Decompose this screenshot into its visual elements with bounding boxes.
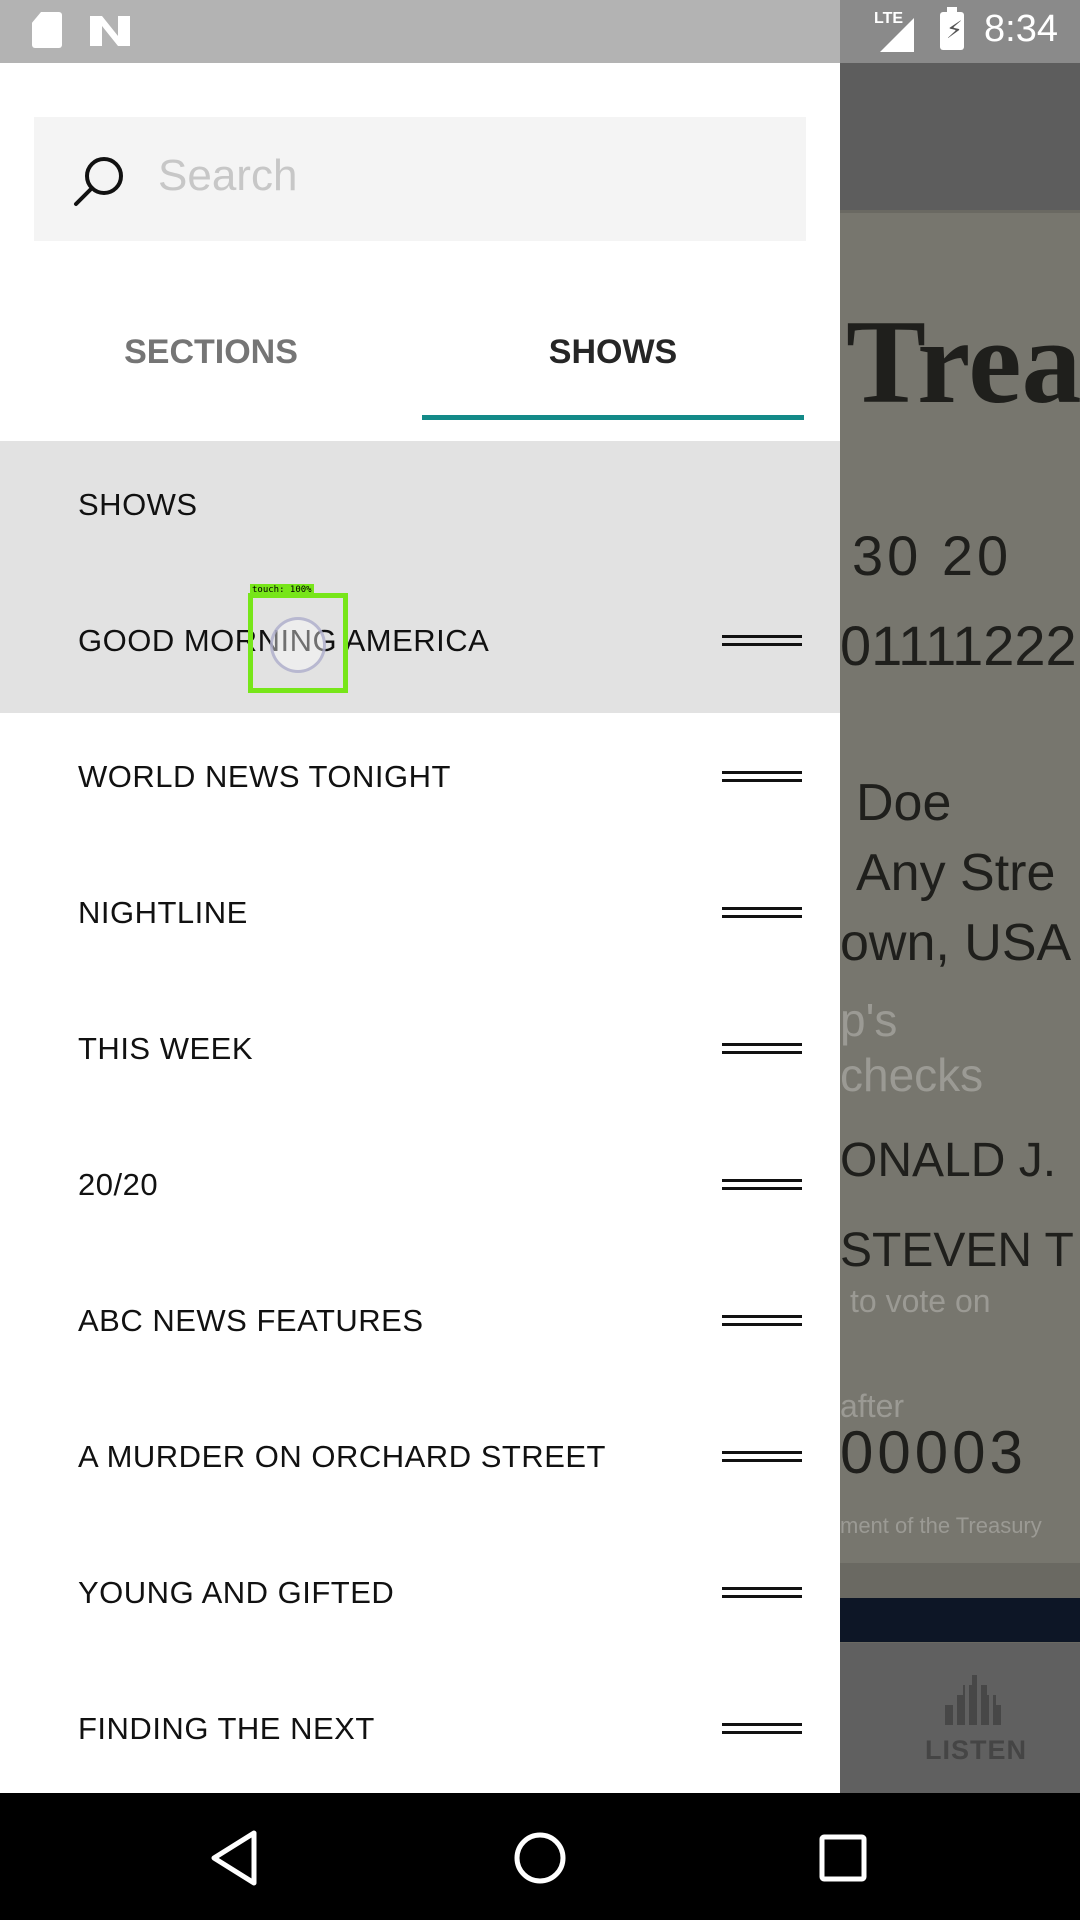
list-item-label: ABC NEWS FEATURES — [78, 1303, 424, 1338]
list-item[interactable]: A MURDER ON ORCHARD STREET — [0, 1393, 840, 1529]
list-item-label: THIS WEEK — [78, 1031, 254, 1066]
tab-shows[interactable]: SHOWS — [422, 333, 804, 372]
list-item-label: YOUNG AND GIFTED — [78, 1575, 395, 1610]
search-input[interactable]: Search — [34, 117, 806, 241]
touch-highlight-box — [248, 593, 348, 693]
bg-fragment-steven: STEVEN T — [840, 1224, 1074, 1277]
list-item[interactable]: NIGHTLINE — [0, 849, 840, 985]
list-item-label: NIGHTLINE — [78, 895, 248, 930]
recents-icon[interactable] — [808, 1823, 878, 1893]
touch-label: touch: 100% — [250, 584, 314, 596]
charging-bolt-icon: ⚡ — [946, 17, 963, 44]
drag-handle-icon[interactable] — [722, 1315, 802, 1335]
list-item-label: FINDING THE NEXT — [78, 1711, 375, 1746]
search-placeholder: Search — [158, 151, 298, 200]
system-nav-bar — [0, 1793, 1080, 1920]
navigation-drawer: Search SECTIONS SHOWS SHOWS GOOD MORNING… — [0, 63, 840, 1793]
clock: 8:34 — [984, 8, 1058, 50]
list-item[interactable]: THIS WEEK — [0, 985, 840, 1121]
list-item-label: 20/20 — [78, 1167, 159, 1202]
search-icon — [74, 157, 123, 206]
list-item[interactable]: GOOD MORNING AMERICA — [0, 577, 840, 713]
status-bar: LTE ⚡ 8:34 — [0, 0, 1080, 63]
list-item[interactable]: WORLD NEWS TONIGHT — [0, 713, 840, 849]
listen-tab-label: LISTEN — [925, 1735, 1028, 1765]
background-banner — [840, 1598, 1080, 1642]
list-header: SHOWS — [0, 441, 840, 577]
drag-handle-icon[interactable] — [722, 1587, 802, 1607]
bg-fragment-street: Any Stre — [856, 844, 1056, 902]
bg-fragment-donald: ONALD J. — [840, 1134, 1057, 1187]
drag-handle-icon[interactable] — [722, 1043, 802, 1063]
shows-list: SHOWS GOOD MORNING AMERICA WORLD NEWS TO… — [0, 441, 840, 1793]
drag-handle-icon[interactable] — [722, 1451, 802, 1471]
list-item[interactable]: 20/20 — [0, 1121, 840, 1257]
back-icon[interactable] — [200, 1823, 270, 1893]
bg-fragment-town: own, USA — [840, 914, 1072, 972]
list-header-label: SHOWS — [78, 487, 198, 522]
drag-handle-icon[interactable] — [722, 1723, 802, 1743]
drag-handle-icon[interactable] — [722, 635, 802, 655]
background-article-image: Treas 30 20 01111222 Doe Any Stre own, U… — [840, 213, 1080, 1563]
background-toolbar — [840, 63, 1080, 210]
home-icon[interactable] — [505, 1823, 575, 1893]
signal-icon — [880, 18, 914, 52]
list-item[interactable]: ABC NEWS FEATURES — [0, 1257, 840, 1393]
bg-fragment-doe: Doe — [856, 774, 952, 832]
list-item[interactable]: FINDING THE NEXT — [0, 1665, 840, 1793]
bg-fragment-headline-1: p's — [840, 994, 898, 1046]
drag-handle-icon[interactable] — [722, 771, 802, 791]
drag-handle-icon[interactable] — [722, 907, 802, 927]
bg-fragment-vote: to vote on — [850, 1283, 991, 1319]
bg-fragment-treasury: ment of the Treasury — [840, 1513, 1042, 1538]
list-item[interactable]: YOUNG AND GIFTED — [0, 1529, 840, 1665]
bg-fragment-date: 30 20 — [852, 524, 1013, 587]
n-notification-icon — [90, 16, 130, 46]
bg-fragment-account: 01111222 — [840, 614, 1077, 677]
background-app: Treas 30 20 01111222 Doe Any Stre own, U… — [840, 63, 1080, 1793]
list-item-label: A MURDER ON ORCHARD STREET — [78, 1439, 606, 1474]
list-item-label: WORLD NEWS TONIGHT — [78, 759, 451, 794]
bg-fragment-treas: Treas — [846, 295, 1080, 428]
tab-sections[interactable]: SECTIONS — [0, 333, 422, 372]
bg-fragment-number: 00003 — [840, 1419, 1027, 1486]
drag-handle-icon[interactable] — [722, 1179, 802, 1199]
bg-fragment-headline-2: checks — [840, 1049, 984, 1101]
tab-selected-indicator — [422, 415, 804, 420]
